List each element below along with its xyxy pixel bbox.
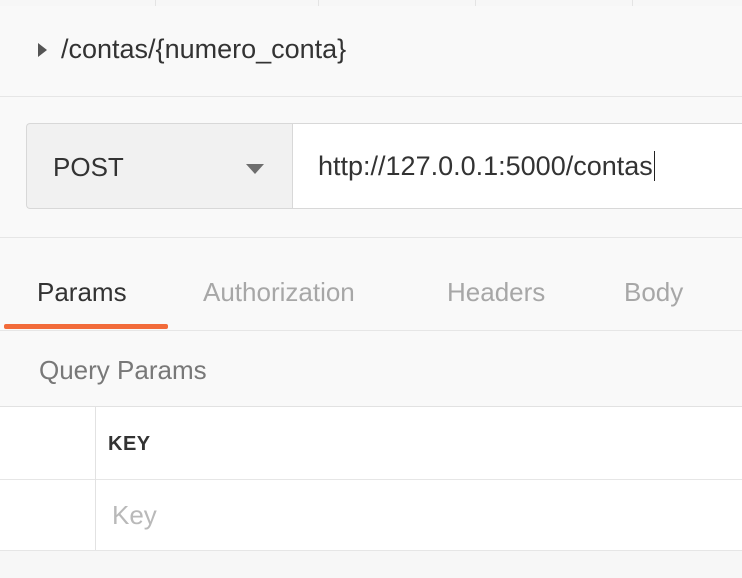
table-header-row: KEY xyxy=(0,407,742,480)
query-params-title: Query Params xyxy=(39,355,207,385)
tab-params[interactable]: Params xyxy=(37,277,127,308)
text-cursor xyxy=(653,151,655,181)
request-editor: /contas/{numero_conta} POST http://127.0… xyxy=(0,0,742,578)
query-params-table: KEY xyxy=(0,406,742,578)
url-text: http://127.0.0.1:5000/contas xyxy=(318,151,653,181)
chevron-down-icon xyxy=(246,164,264,174)
column-divider xyxy=(95,407,96,550)
method-select[interactable]: POST xyxy=(26,123,292,209)
url-bar: POST http://127.0.0.1:5000/contas xyxy=(0,97,742,238)
tab-headers[interactable]: Headers xyxy=(447,277,545,308)
method-label: POST xyxy=(53,152,124,182)
column-header-key: KEY xyxy=(108,433,151,455)
tab-body[interactable]: Body xyxy=(624,277,683,308)
expand-caret-icon[interactable] xyxy=(38,43,47,57)
url-input[interactable]: http://127.0.0.1:5000/contas xyxy=(292,123,742,209)
table-row xyxy=(0,480,742,551)
tab-authorization[interactable]: Authorization xyxy=(203,277,355,308)
request-title[interactable]: /contas/{numero_conta} xyxy=(61,34,346,65)
request-title-row: /contas/{numero_conta} xyxy=(0,6,742,97)
request-tabs: Params Authorization Headers Body xyxy=(0,238,742,331)
key-input[interactable] xyxy=(98,486,738,544)
active-tab-indicator xyxy=(4,324,168,329)
table-footer xyxy=(0,551,742,578)
